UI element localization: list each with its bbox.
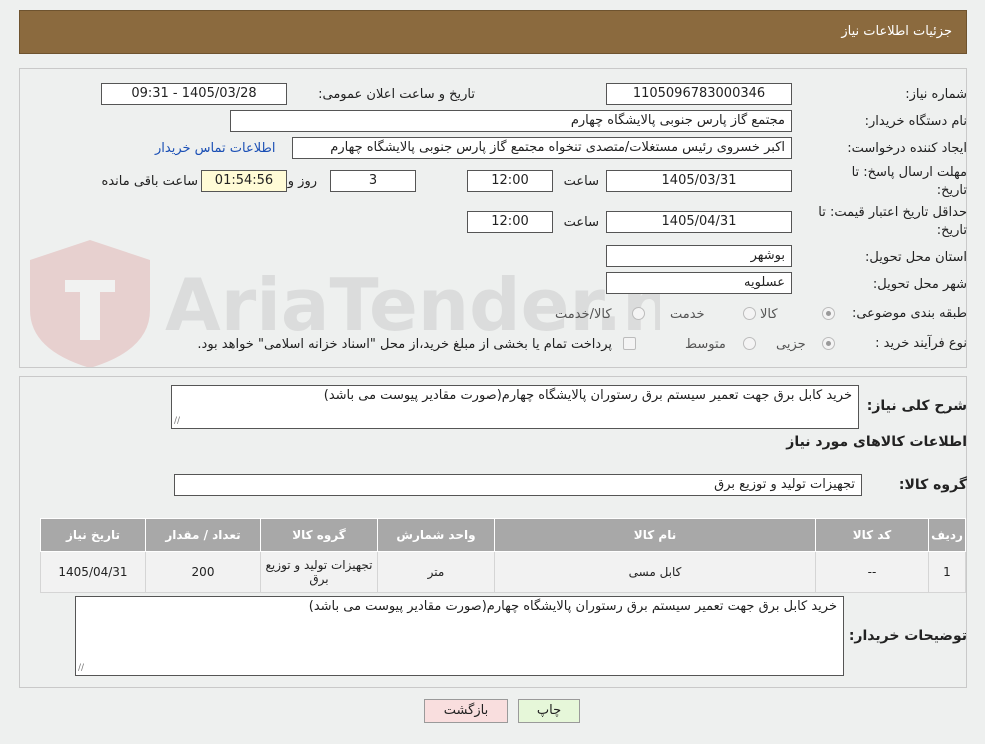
- validity-label: حداقل تاریخ اعتبار قیمت: تا تاریخ:: [818, 205, 967, 238]
- print-button[interactable]: چاپ: [518, 699, 580, 723]
- announce-field[interactable]: 1405/03/28 - 09:31: [101, 83, 287, 105]
- deadline-time-field[interactable]: 12:00: [467, 170, 553, 192]
- need-number-label: شماره نیاز:: [905, 87, 967, 102]
- payment-note: پرداخت تمام یا بخشی از مبلغ خرید،از محل …: [197, 337, 612, 352]
- need-desc-text: خرید کابل برق جهت تعمیر سیستم برق رستورا…: [323, 388, 852, 403]
- deadline-label: مهلت ارسال پاسخ: تا تاریخ:: [851, 165, 967, 198]
- col-header-qty: تعداد / مقدار: [145, 518, 261, 552]
- cell-date: 1405/04/31: [40, 551, 146, 593]
- process-radio-medium[interactable]: [743, 337, 756, 350]
- buyer-notes-label: توضیحات خریدار:: [848, 628, 967, 644]
- goods-info-title: اطلاعات کالاهای مورد نیاز: [786, 434, 967, 450]
- category-radio-service[interactable]: [743, 307, 756, 320]
- validity-time-label: ساعت: [563, 215, 599, 230]
- process-radio-minor[interactable]: [822, 337, 835, 350]
- category-option-service: خدمت: [670, 307, 705, 322]
- buyer-notes-field[interactable]: خرید کابل برق جهت تعمیر سیستم برق رستورا…: [75, 596, 844, 676]
- process-option-medium: متوسط: [685, 337, 726, 352]
- goods-table: ردیف کد کالا نام کالا واحد شمارش گروه کا…: [40, 518, 966, 593]
- back-button[interactable]: بازگشت: [424, 699, 508, 723]
- need-desc-field[interactable]: خرید کابل برق جهت تعمیر سیستم برق رستورا…: [171, 385, 859, 429]
- col-header-unit: واحد شمارش: [377, 518, 495, 552]
- city-label: شهر محل تحویل:: [872, 277, 967, 292]
- table-header-row: ردیف کد کالا نام کالا واحد شمارش گروه کا…: [40, 518, 966, 552]
- process-label: نوع فرآیند خرید :: [875, 336, 967, 351]
- city-field[interactable]: عسلویه: [606, 272, 792, 294]
- col-header-code: کد کالا: [815, 518, 929, 552]
- resize-grip-icon[interactable]: ∕∕: [174, 416, 180, 426]
- days-field[interactable]: 3: [330, 170, 416, 192]
- validity-date-field[interactable]: 1405/04/31: [606, 211, 792, 233]
- cell-unit: متر: [377, 551, 495, 593]
- creator-field[interactable]: اکبر خسروی رئیس مستغلات/متصدی تنخواه مجت…: [292, 137, 792, 159]
- cell-qty: 200: [145, 551, 261, 593]
- announce-label: تاریخ و ساعت اعلان عمومی:: [318, 87, 475, 102]
- need-number-field[interactable]: 1105096783000346: [606, 83, 792, 105]
- buyer-org-label: نام دستگاه خریدار:: [864, 114, 967, 129]
- table-row[interactable]: 1 -- کابل مسی متر تجهیزات تولید و توزیع …: [40, 551, 966, 593]
- days-label: روز و: [287, 174, 317, 189]
- treasury-checkbox[interactable]: [623, 337, 636, 350]
- remaining-label: ساعت باقی مانده: [101, 174, 198, 189]
- process-option-minor: جزیی: [776, 337, 806, 352]
- cell-code: --: [815, 551, 929, 593]
- cell-group: تجهیزات تولید و توزیع برق: [260, 551, 378, 593]
- page-header: جزئیات اطلاعات نیاز: [19, 10, 967, 54]
- category-radio-goods[interactable]: [822, 307, 835, 320]
- category-option-both: کالا/خدمت: [555, 307, 612, 322]
- col-header-date: تاریخ نیاز: [40, 518, 146, 552]
- remaining-time-field: 01:54:56: [201, 170, 287, 192]
- category-radio-both[interactable]: [632, 307, 645, 320]
- col-header-group: گروه کالا: [260, 518, 378, 552]
- contact-info-link[interactable]: اطلاعات تماس خریدار: [155, 141, 275, 156]
- resize-grip-icon[interactable]: ∕∕: [78, 663, 84, 673]
- goods-group-field[interactable]: تجهیزات تولید و توزیع برق: [174, 474, 862, 496]
- need-desc-label: شرح کلی نیاز:: [866, 398, 967, 414]
- col-header-name: نام کالا: [494, 518, 816, 552]
- province-field[interactable]: بوشهر: [606, 245, 792, 267]
- goods-group-label: گروه کالا:: [898, 477, 967, 493]
- deadline-time-label: ساعت: [563, 174, 599, 189]
- category-label: طبقه بندی موضوعی:: [851, 306, 967, 321]
- deadline-date-field[interactable]: 1405/03/31: [606, 170, 792, 192]
- category-option-goods: کالا: [760, 307, 778, 322]
- province-label: استان محل تحویل:: [865, 250, 967, 265]
- creator-label: ایجاد کننده درخواست:: [847, 141, 967, 156]
- cell-name: کابل مسی: [494, 551, 816, 593]
- validity-time-field[interactable]: 12:00: [467, 211, 553, 233]
- buyer-org-field[interactable]: مجتمع گاز پارس جنوبی پالایشگاه چهارم: [230, 110, 792, 132]
- page-title: جزئیات اطلاعات نیاز: [841, 24, 952, 39]
- buyer-notes-text: خرید کابل برق جهت تعمیر سیستم برق رستورا…: [308, 599, 837, 614]
- col-header-row-num: ردیف: [928, 518, 966, 552]
- cell-row-num: 1: [928, 551, 966, 593]
